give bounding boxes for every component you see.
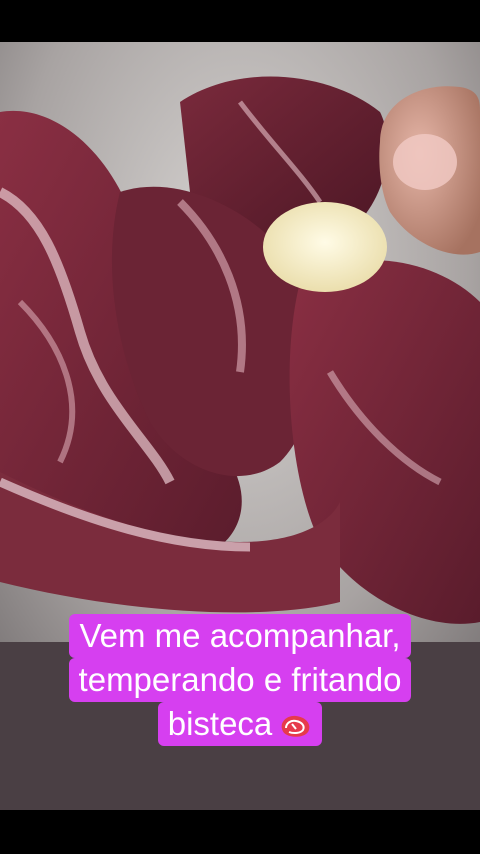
letterbox-bottom: [0, 810, 480, 854]
cut-of-meat-icon: [281, 715, 310, 737]
letterbox-top: [0, 0, 480, 42]
caption-line-3: bisteca: [157, 702, 323, 746]
caption-overlay: Vem me acompanhar, temperando e fritando…: [0, 614, 480, 746]
caption-line-3-text: bisteca: [167, 705, 273, 742]
caption-line-2: temperando e fritando: [68, 658, 412, 702]
caption-line-1: Vem me acompanhar,: [69, 614, 411, 658]
